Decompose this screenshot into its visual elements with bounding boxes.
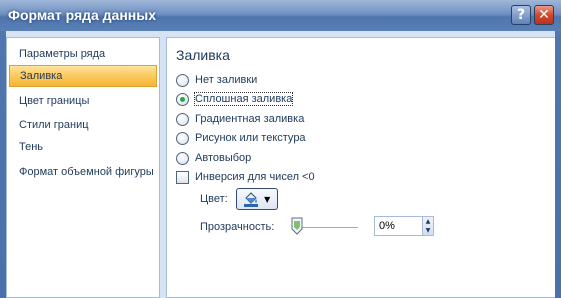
dialog-title: Формат ряда данных [8,7,156,23]
transparency-spinbox[interactable]: 0% ▲ ▼ [374,216,434,236]
checkbox-label: Инверсия для чисел <0 [195,171,315,183]
fill-panel: Заливка Нет заливки Сплошная заливка Гра… [166,37,555,298]
radio-button[interactable] [176,73,189,87]
color-label: Цвет: [200,193,228,205]
radio-no-fill[interactable]: Нет заливки [176,72,257,88]
category-3d-format[interactable]: Формат объемной фигуры [9,161,157,183]
category-border-styles[interactable]: Стили границ [9,114,157,136]
radio-label: Сплошная заливка [193,92,294,106]
spin-down-icon[interactable]: ▼ [423,226,433,235]
checkbox-invert-negative[interactable]: Инверсия для чисел <0 [176,169,315,185]
radio-button[interactable] [176,131,189,145]
category-label: Стили границ [19,119,89,131]
radio-gradient-fill[interactable]: Градиентная заливка [176,111,304,127]
radio-button[interactable] [176,92,189,106]
dialog-client: Параметры ряда Заливка Цвет границы Стил… [6,31,555,298]
category-label: Формат объемной фигуры [19,166,154,178]
transparency-value[interactable]: 0% [379,220,395,232]
category-list: Параметры ряда Заливка Цвет границы Стил… [6,37,160,298]
radio-solid-fill[interactable]: Сплошная заливка [176,91,294,107]
radio-label: Нет заливки [195,74,258,86]
radio-automatic[interactable]: Автовыбор [176,150,251,166]
category-label: Параметры ряда [19,48,106,60]
category-label: Тень [19,141,44,153]
dropdown-arrow-icon: ▼ [264,194,271,204]
radio-picture-texture[interactable]: Рисунок или текстура [176,130,306,146]
radio-label: Автовыбор [195,152,252,164]
radio-label: Градиентная заливка [195,113,305,125]
category-shadow[interactable]: Тень [9,136,157,158]
checkbox[interactable] [176,170,189,184]
spin-buttons: ▲ ▼ [422,217,433,235]
transparency-slider-thumb[interactable] [291,217,303,235]
color-picker-button[interactable]: ▼ [235,188,278,210]
category-label: Цвет границы [19,95,90,107]
close-button[interactable]: ✕ [534,5,554,25]
help-icon: ? [516,7,526,23]
radio-button[interactable] [176,151,189,165]
radio-label: Рисунок или текстура [195,132,306,144]
color-row: Цвет: ▼ [200,188,278,210]
category-label: Заливка [20,70,63,82]
close-icon: ✕ [538,7,550,23]
radio-button[interactable] [176,112,189,126]
paint-bucket-icon [243,191,259,207]
category-border-color[interactable]: Цвет границы [9,90,157,112]
transparency-label: Прозрачность: [200,221,275,233]
category-series-options[interactable]: Параметры ряда [9,43,157,65]
spin-up-icon[interactable]: ▲ [423,217,433,226]
transparency-slider-track[interactable] [295,227,358,229]
category-fill[interactable]: Заливка [9,65,157,87]
help-button[interactable]: ? [511,5,531,25]
section-title: Заливка [176,47,230,63]
title-bar[interactable]: Формат ряда данных ? ✕ [0,0,561,31]
dialog-window: Формат ряда данных ? ✕ Параметры ряда За… [0,0,561,298]
